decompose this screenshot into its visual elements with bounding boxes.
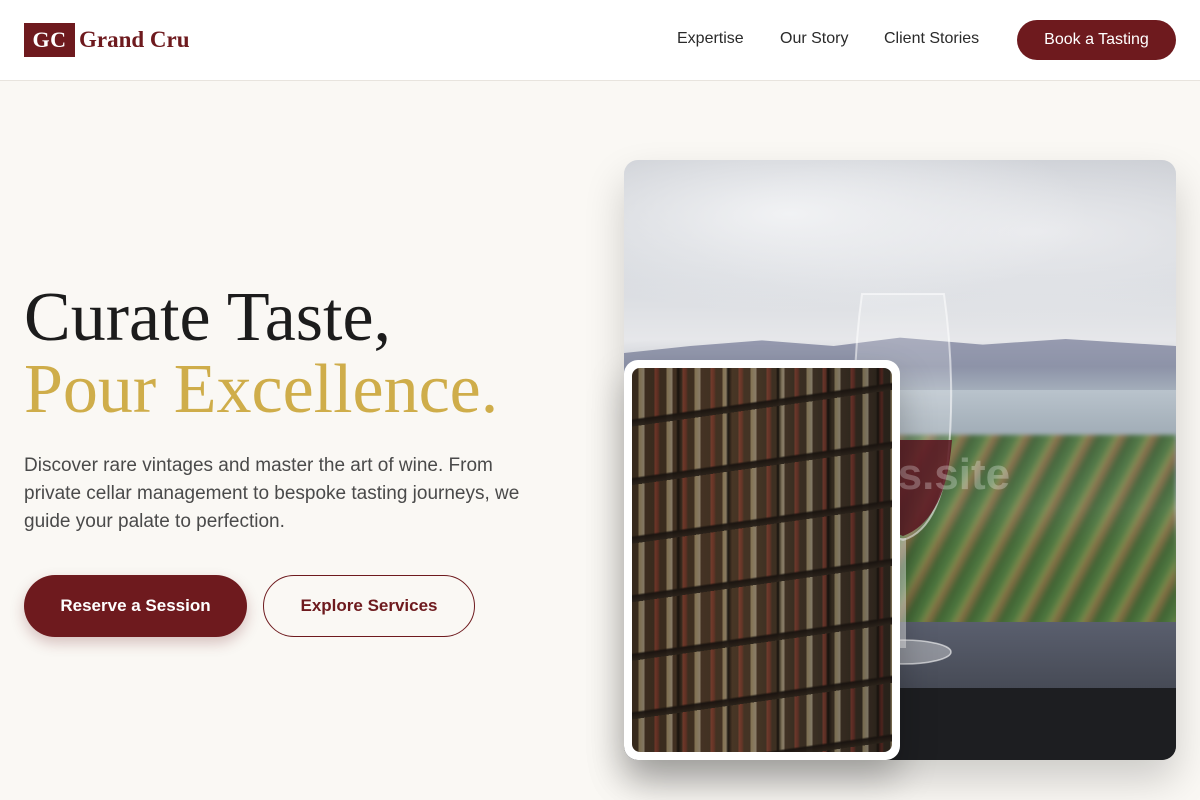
- explore-services-button[interactable]: Explore Services: [263, 575, 475, 637]
- nav-link-our-story[interactable]: Our Story: [780, 30, 848, 48]
- logo[interactable]: GC Grand Cru: [24, 23, 190, 57]
- hero-title-line1: Curate Taste,: [24, 279, 392, 356]
- nav-link-client-stories[interactable]: Client Stories: [884, 30, 979, 48]
- cellar-image-frame: [624, 360, 900, 760]
- reserve-session-button[interactable]: Reserve a Session: [24, 575, 247, 637]
- cellar-shelves: [632, 368, 892, 752]
- site-header: GC Grand Cru Expertise Our Story Client …: [0, 0, 1200, 81]
- book-tasting-button[interactable]: Book a Tasting: [1017, 20, 1176, 60]
- hero-title-line2: Pour Excellence.: [24, 351, 499, 428]
- wine-cellar-image: [632, 368, 892, 752]
- hero-title: Curate Taste, Pour Excellence.: [24, 282, 498, 426]
- nav-link-expertise[interactable]: Expertise: [677, 30, 744, 48]
- logo-text: Grand Cru: [79, 27, 190, 52]
- hero-description: Discover rare vintages and master the ar…: [24, 455, 520, 532]
- logo-mark: GC: [24, 23, 75, 57]
